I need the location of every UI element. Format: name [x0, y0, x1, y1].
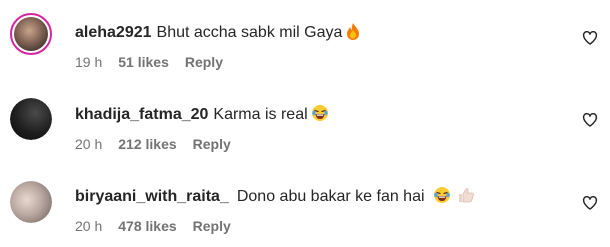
- comment-username[interactable]: aleha2921: [75, 24, 152, 41]
- reply-button[interactable]: Reply: [193, 136, 231, 152]
- comment-item: biryaani_with_raita_ Dono abu bakar ke fa…: [0, 165, 610, 247]
- comment-time: 19 h: [75, 54, 103, 70]
- comment-username[interactable]: khadija_fatma_20: [75, 106, 208, 123]
- reply-button[interactable]: Reply: [185, 54, 223, 70]
- heart-outline-icon[interactable]: [582, 112, 598, 128]
- avatar[interactable]: [10, 181, 52, 223]
- comment-time: 20 h: [75, 136, 103, 152]
- comment-item: khadija_fatma_20 Karma is real 20 h 212 li…: [0, 82, 610, 164]
- comment-likes[interactable]: 51 likes: [118, 54, 169, 70]
- comment-username[interactable]: biryaani_with_raita_: [75, 188, 229, 205]
- fire-emoji: [345, 22, 361, 46]
- heart-outline-icon[interactable]: [582, 195, 598, 211]
- comment-likes[interactable]: 478 likes: [118, 218, 176, 234]
- laughing-emoji: [311, 104, 329, 128]
- comment-text: Karma is real: [213, 106, 308, 123]
- avatar[interactable]: [10, 98, 52, 140]
- reply-button[interactable]: Reply: [193, 218, 231, 234]
- comment-text: Dono abu bakar ke fan hai: [236, 188, 425, 205]
- heart-outline-icon[interactable]: [582, 30, 598, 46]
- avatar[interactable]: [10, 13, 52, 55]
- laughing-emoji: [433, 186, 451, 210]
- comment-text: Bhut accha sabk mil Gaya: [156, 24, 343, 41]
- thumbs-up-emoji: [457, 186, 475, 210]
- comment-time: 20 h: [75, 218, 103, 234]
- comment-item: aleha2921 Bhut accha sabk mil Gaya 19 h 51…: [0, 0, 610, 82]
- comment-likes[interactable]: 212 likes: [118, 136, 176, 152]
